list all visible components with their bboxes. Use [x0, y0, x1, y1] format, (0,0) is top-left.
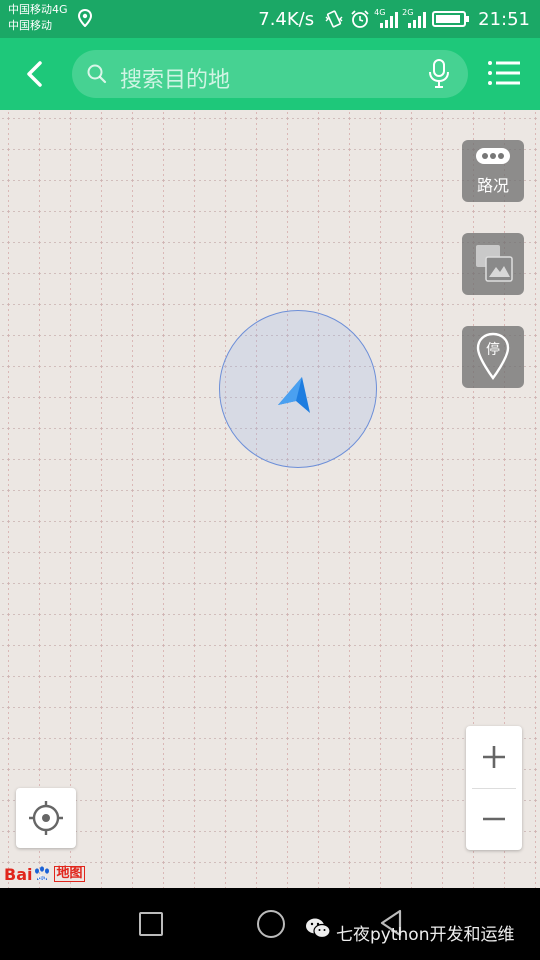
system-nav-bar: 七夜python开发和运维	[0, 888, 540, 960]
plus-icon	[483, 746, 505, 768]
zoom-in-button[interactable]	[466, 726, 522, 788]
layers-button[interactable]	[462, 233, 524, 295]
back-button[interactable]	[18, 56, 54, 92]
traffic-label: 路况	[476, 176, 509, 195]
recent-apps-button[interactable]	[139, 912, 163, 936]
paw-icon: du	[35, 866, 50, 882]
search-icon	[87, 64, 107, 84]
search-placeholder: 搜索目的地	[120, 68, 231, 93]
watermark-text: 七夜python开发和运维	[336, 925, 515, 945]
search-input[interactable]: 搜索目的地	[72, 50, 468, 98]
logo-text-du: du	[38, 875, 47, 882]
carrier-2: 中国移动	[8, 19, 52, 32]
clock: 21:51	[478, 8, 530, 30]
navigation-arrow-icon	[278, 377, 310, 413]
zoom-control	[466, 726, 522, 850]
menu-button[interactable]	[486, 58, 522, 90]
logo-text-bai: Bai	[4, 864, 33, 884]
wechat-icon	[306, 918, 331, 939]
map-grid	[0, 110, 540, 888]
minus-icon	[483, 817, 505, 821]
carrier-1: 中国移动4G	[8, 3, 68, 16]
map-view[interactable]: 路况 停 Bai du 地图	[0, 110, 540, 888]
crosshair-icon	[29, 801, 63, 835]
network-speed: 7.4K/s	[258, 8, 315, 30]
signal-sim1-icon: 4G	[374, 8, 399, 28]
sim2-tag: 2G	[402, 8, 414, 17]
status-bar: 中国移动4G 中国移动 7.4K/s 4G 2G 21:51	[0, 0, 540, 38]
alarm-icon	[351, 10, 369, 28]
locate-button[interactable]	[16, 788, 76, 848]
traffic-button[interactable]: 路况	[462, 140, 524, 202]
parking-button[interactable]: 停	[462, 326, 524, 388]
location-pin-icon	[78, 9, 92, 27]
chevron-left-icon	[27, 61, 42, 87]
carrier-info: 中国移动4G 中国移动	[8, 2, 68, 34]
layers-icon	[476, 245, 513, 282]
app-bar: 搜索目的地	[0, 38, 540, 110]
traffic-icon	[476, 148, 510, 164]
menu-icon	[488, 61, 520, 85]
baidu-map-logo: Bai du 地图	[4, 862, 85, 886]
sim1-tag: 4G	[374, 8, 386, 17]
home-button[interactable]	[257, 910, 285, 938]
vibrate-icon	[325, 10, 343, 28]
parking-label: 停	[486, 341, 500, 358]
zoom-out-button[interactable]	[466, 788, 522, 850]
logo-text-map: 地图	[54, 866, 85, 882]
signal-sim2-icon: 2G	[402, 8, 427, 28]
parking-icon: 停	[476, 332, 510, 381]
mic-icon[interactable]	[428, 59, 450, 89]
battery-icon	[432, 11, 470, 27]
